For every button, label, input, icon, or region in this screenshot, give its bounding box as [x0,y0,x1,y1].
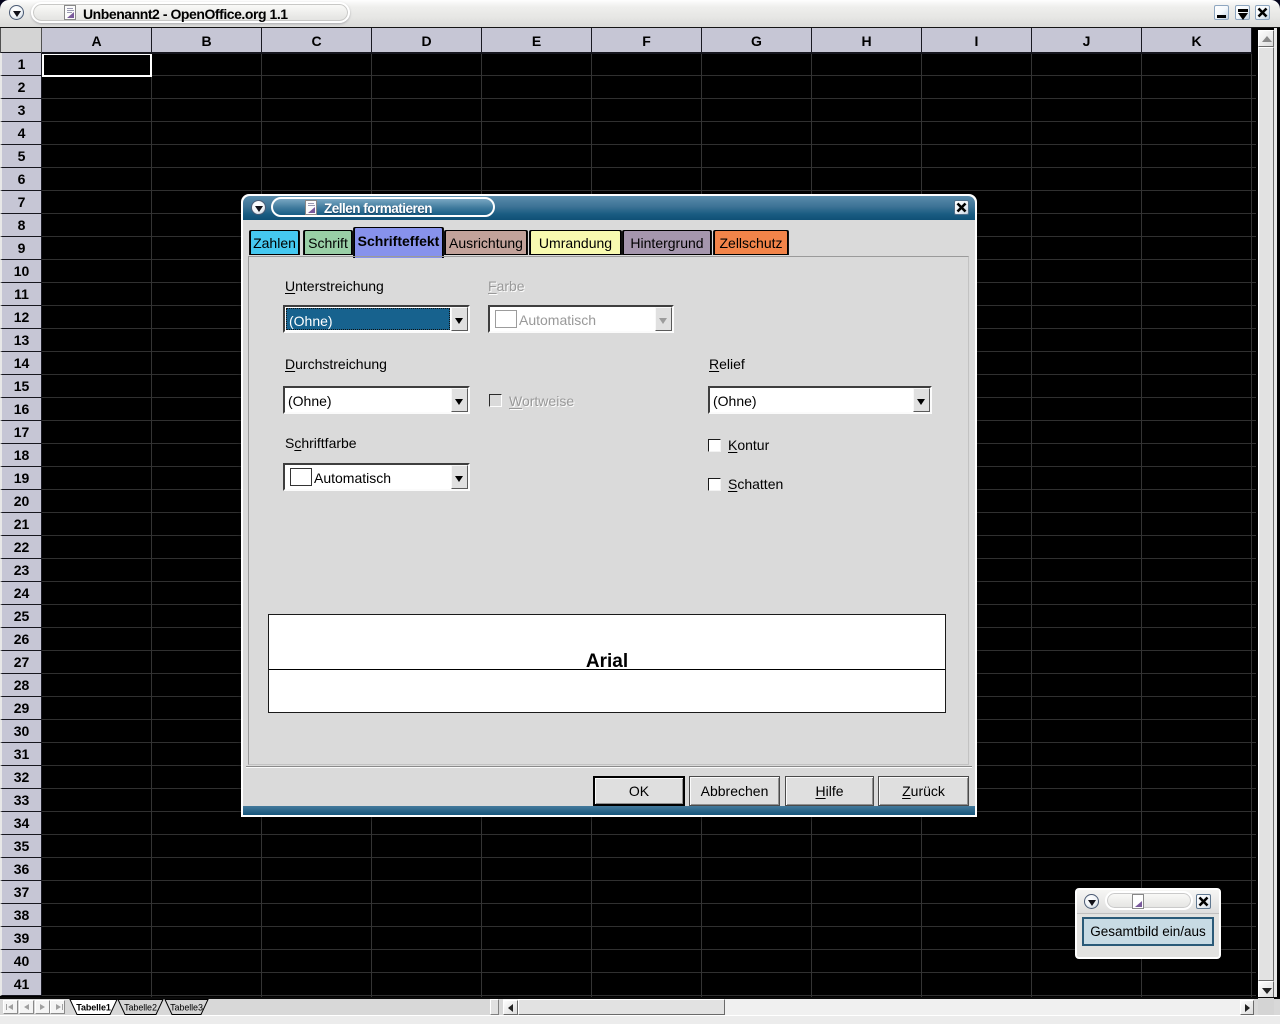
svg-text:Tabelle1: Tabelle1 [76,1003,111,1013]
svg-text:Tabelle3: Tabelle3 [170,1003,203,1013]
svg-text:Tabelle2: Tabelle2 [124,1003,157,1013]
